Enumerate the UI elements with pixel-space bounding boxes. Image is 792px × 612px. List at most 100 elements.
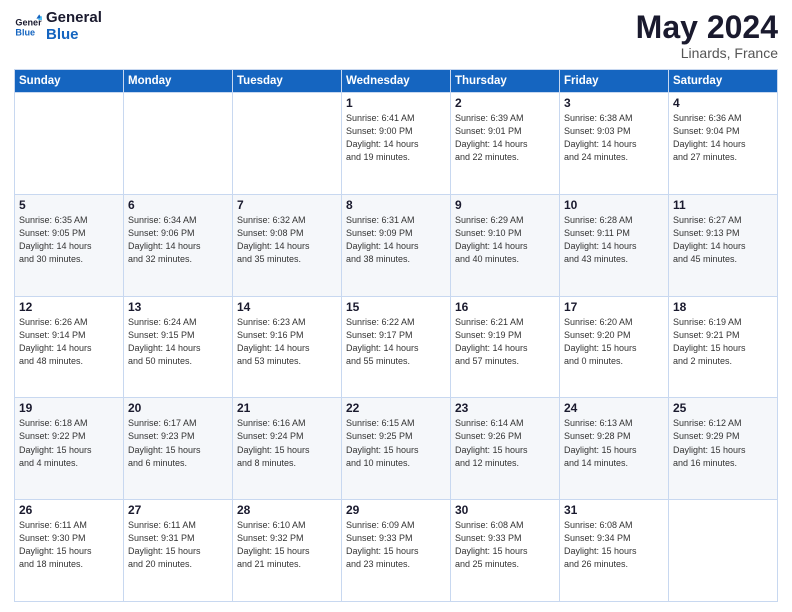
- day-header-saturday: Saturday: [669, 70, 778, 93]
- day-info: Sunrise: 6:41 AMSunset: 9:00 PMDaylight:…: [346, 112, 446, 164]
- calendar-cell: 25 Sunrise: 6:12 AMSunset: 9:29 PMDayligh…: [669, 398, 778, 500]
- day-number: 6: [128, 198, 228, 212]
- calendar-cell: 14 Sunrise: 6:23 AMSunset: 9:16 PMDayligh…: [233, 296, 342, 398]
- day-number: 13: [128, 300, 228, 314]
- calendar-week-2: 12Sunrise: 6:26 AMSunset: 9:14 PMDayligh…: [15, 296, 778, 398]
- day-info: Sunrise: 6:08 AMSunset: 9:34 PMDaylight:…: [564, 519, 664, 571]
- calendar-cell: 29Sunrise: 6:09 AMSunset: 9:33 PMDayligh…: [342, 500, 451, 602]
- calendar-cell: 4Sunrise: 6:36 AMSunset: 9:04 PMDaylight…: [669, 93, 778, 195]
- day-number: 28: [237, 503, 337, 517]
- day-header-friday: Friday: [560, 70, 669, 93]
- calendar-cell: 18 Sunrise: 6:19 AMSunset: 9:21 PMDayligh…: [669, 296, 778, 398]
- calendar-cell: 19 Sunrise: 6:18 AMSunset: 9:22 PMDayligh…: [15, 398, 124, 500]
- day-info: Sunrise: 6:31 AMSunset: 9:09 PMDaylight:…: [346, 214, 446, 266]
- day-info: Sunrise: 6:11 AMSunset: 9:30 PMDaylight:…: [19, 519, 119, 571]
- day-info: Sunrise: 6:12 AMSunset: 9:29 PMDaylight:…: [673, 417, 773, 469]
- calendar-cell: 1 Sunrise: 6:41 AMSunset: 9:00 PMDaylight…: [342, 93, 451, 195]
- day-header-wednesday: Wednesday: [342, 70, 451, 93]
- calendar-cell: 22 Sunrise: 6:15 AMSunset: 9:25 PMDayligh…: [342, 398, 451, 500]
- day-number: 3: [564, 96, 664, 110]
- day-info: Sunrise: 6:32 AMSunset: 9:08 PMDaylight:…: [237, 214, 337, 266]
- day-number: 18: [673, 300, 773, 314]
- day-info: Sunrise: 6:19 AMSunset: 9:21 PMDaylight:…: [673, 316, 773, 368]
- calendar-cell: 8 Sunrise: 6:31 AMSunset: 9:09 PMDaylight…: [342, 194, 451, 296]
- day-number: 8: [346, 198, 446, 212]
- day-header-tuesday: Tuesday: [233, 70, 342, 93]
- calendar-cell: 7 Sunrise: 6:32 AMSunset: 9:08 PMDaylight…: [233, 194, 342, 296]
- day-info: Sunrise: 6:23 AMSunset: 9:16 PMDaylight:…: [237, 316, 337, 368]
- day-number: 22: [346, 401, 446, 415]
- day-header-sunday: Sunday: [15, 70, 124, 93]
- day-info: Sunrise: 6:13 AMSunset: 9:28 PMDaylight:…: [564, 417, 664, 469]
- calendar-cell: 15 Sunrise: 6:22 AMSunset: 9:17 PMDayligh…: [342, 296, 451, 398]
- day-number: 14: [237, 300, 337, 314]
- day-info: Sunrise: 6:22 AMSunset: 9:17 PMDaylight:…: [346, 316, 446, 368]
- day-info: Sunrise: 6:20 AMSunset: 9:20 PMDaylight:…: [564, 316, 664, 368]
- calendar-week-4: 26 Sunrise: 6:11 AMSunset: 9:30 PMDayligh…: [15, 500, 778, 602]
- calendar-cell: [669, 500, 778, 602]
- calendar-header-row: SundayMondayTuesdayWednesdayThursdayFrid…: [15, 70, 778, 93]
- day-number: 31: [564, 503, 664, 517]
- day-number: 10: [564, 198, 664, 212]
- day-number: 27: [128, 503, 228, 517]
- logo: General Blue General Blue: [14, 10, 102, 43]
- day-number: 26: [19, 503, 119, 517]
- day-info: Sunrise: 6:39 AMSunset: 9:01 PMDaylight:…: [455, 112, 555, 164]
- title-block: May 2024 Linards, France: [636, 10, 778, 61]
- day-number: 9: [455, 198, 555, 212]
- header: General Blue General Blue May 2024 Linar…: [14, 10, 778, 61]
- day-info: Sunrise: 6:34 AMSunset: 9:06 PMDaylight:…: [128, 214, 228, 266]
- day-number: 16: [455, 300, 555, 314]
- day-number: 21: [237, 401, 337, 415]
- calendar-cell: 11Sunrise: 6:27 AMSunset: 9:13 PMDayligh…: [669, 194, 778, 296]
- day-number: 11: [673, 198, 773, 212]
- day-info: Sunrise: 6:11 AMSunset: 9:31 PMDaylight:…: [128, 519, 228, 571]
- day-info: Sunrise: 6:24 AMSunset: 9:15 PMDaylight:…: [128, 316, 228, 368]
- day-number: 29: [346, 503, 446, 517]
- day-number: 24: [564, 401, 664, 415]
- day-info: Sunrise: 6:18 AMSunset: 9:22 PMDaylight:…: [19, 417, 119, 469]
- calendar-cell: 28 Sunrise: 6:10 AMSunset: 9:32 PMDayligh…: [233, 500, 342, 602]
- calendar-cell: 5Sunrise: 6:35 AMSunset: 9:05 PMDaylight…: [15, 194, 124, 296]
- day-number: 7: [237, 198, 337, 212]
- calendar-cell: [15, 93, 124, 195]
- location-subtitle: Linards, France: [636, 45, 778, 61]
- calendar-cell: 21 Sunrise: 6:16 AMSunset: 9:24 PMDayligh…: [233, 398, 342, 500]
- calendar-cell: 13 Sunrise: 6:24 AMSunset: 9:15 PMDayligh…: [124, 296, 233, 398]
- day-number: 17: [564, 300, 664, 314]
- day-number: 1: [346, 96, 446, 110]
- day-info: Sunrise: 6:16 AMSunset: 9:24 PMDaylight:…: [237, 417, 337, 469]
- calendar-cell: 30Sunrise: 6:08 AMSunset: 9:33 PMDayligh…: [451, 500, 560, 602]
- calendar-cell: 20 Sunrise: 6:17 AMSunset: 9:23 PMDayligh…: [124, 398, 233, 500]
- day-header-thursday: Thursday: [451, 70, 560, 93]
- day-number: 23: [455, 401, 555, 415]
- calendar-cell: [233, 93, 342, 195]
- day-info: Sunrise: 6:15 AMSunset: 9:25 PMDaylight:…: [346, 417, 446, 469]
- day-info: Sunrise: 6:14 AMSunset: 9:26 PMDaylight:…: [455, 417, 555, 469]
- day-number: 4: [673, 96, 773, 110]
- logo-line1: General: [46, 10, 102, 27]
- calendar-cell: 23 Sunrise: 6:14 AMSunset: 9:26 PMDayligh…: [451, 398, 560, 500]
- calendar-cell: 2 Sunrise: 6:39 AMSunset: 9:01 PMDaylight…: [451, 93, 560, 195]
- calendar-cell: 9Sunrise: 6:29 AMSunset: 9:10 PMDaylight…: [451, 194, 560, 296]
- calendar-cell: 31 Sunrise: 6:08 AMSunset: 9:34 PMDayligh…: [560, 500, 669, 602]
- day-number: 20: [128, 401, 228, 415]
- day-number: 30: [455, 503, 555, 517]
- logo-icon: General Blue: [14, 13, 42, 41]
- calendar-cell: [124, 93, 233, 195]
- day-number: 19: [19, 401, 119, 415]
- day-number: 15: [346, 300, 446, 314]
- day-info: Sunrise: 6:10 AMSunset: 9:32 PMDaylight:…: [237, 519, 337, 571]
- day-number: 25: [673, 401, 773, 415]
- calendar-cell: 24 Sunrise: 6:13 AMSunset: 9:28 PMDayligh…: [560, 398, 669, 500]
- day-info: Sunrise: 6:17 AMSunset: 9:23 PMDaylight:…: [128, 417, 228, 469]
- day-number: 2: [455, 96, 555, 110]
- calendar-week-1: 5Sunrise: 6:35 AMSunset: 9:05 PMDaylight…: [15, 194, 778, 296]
- calendar-cell: 12Sunrise: 6:26 AMSunset: 9:14 PMDayligh…: [15, 296, 124, 398]
- svg-text:Blue: Blue: [15, 27, 35, 37]
- day-info: Sunrise: 6:21 AMSunset: 9:19 PMDaylight:…: [455, 316, 555, 368]
- day-header-monday: Monday: [124, 70, 233, 93]
- day-info: Sunrise: 6:28 AMSunset: 9:11 PMDaylight:…: [564, 214, 664, 266]
- logo-line2: Blue: [46, 27, 102, 44]
- calendar-week-3: 19 Sunrise: 6:18 AMSunset: 9:22 PMDayligh…: [15, 398, 778, 500]
